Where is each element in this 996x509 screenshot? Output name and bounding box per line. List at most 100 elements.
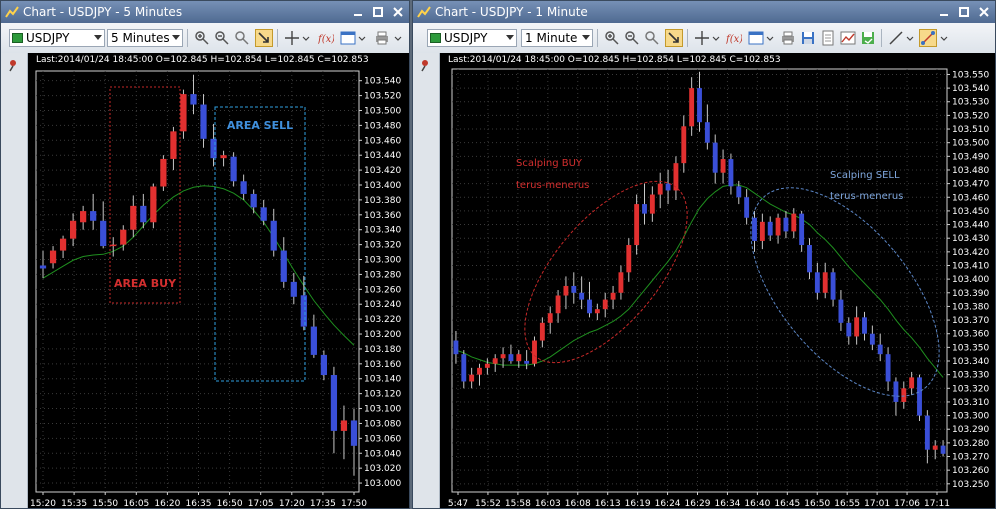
minimize-button[interactable] <box>349 4 367 20</box>
bull-candle <box>484 363 490 368</box>
zoom-out-button[interactable] <box>213 29 231 47</box>
chart-image-icon <box>840 31 856 45</box>
chart-type-menu[interactable] <box>765 29 775 47</box>
fibonacci-button[interactable] <box>919 29 937 47</box>
print-button[interactable] <box>373 29 391 47</box>
symbol-select[interactable]: USDJPY <box>9 29 105 47</box>
save-green-icon <box>862 32 874 44</box>
bull-candle <box>602 299 608 310</box>
maximize-button[interactable] <box>369 4 387 20</box>
print-button[interactable] <box>779 29 797 47</box>
pin-tool-icon[interactable] <box>6 58 20 72</box>
chart-type-button[interactable] <box>747 29 765 47</box>
candlestick-chart[interactable]: 103.550 103.540 103.530 103.520 103.510 103.5… <box>440 67 996 509</box>
zoom-in-button[interactable] <box>193 29 211 47</box>
crosshair-menu[interactable] <box>711 29 721 47</box>
bull-candle <box>547 313 553 323</box>
bull-candle <box>759 221 765 241</box>
bull-candle <box>791 213 797 232</box>
x-tick-label: 16:20 <box>154 499 180 509</box>
title-bar[interactable]: Chart - USDJPY - 5 Minutes <box>1 1 409 23</box>
y-tick-label: 103.440 <box>364 151 401 161</box>
save-button[interactable] <box>799 29 817 47</box>
save-template-button[interactable] <box>859 29 877 47</box>
bear-candle <box>100 220 107 247</box>
plot-border <box>35 70 360 493</box>
zoom-in-icon <box>195 31 209 45</box>
x-tick-label: 17:06 <box>894 499 920 509</box>
zoom-in-button[interactable] <box>603 29 621 47</box>
bull-candle <box>59 238 67 251</box>
y-tick-label: 103.460 <box>952 193 989 203</box>
bear-candle <box>736 186 742 198</box>
copy-button[interactable] <box>819 29 837 47</box>
x-tick-label: 15:52 <box>475 499 501 509</box>
zoom-reset-button[interactable] <box>643 29 661 47</box>
close-button[interactable] <box>975 4 993 20</box>
zoom-reset-button[interactable] <box>233 29 251 47</box>
print-icon <box>782 31 794 45</box>
window-title: Chart - USDJPY - 1 Minute <box>435 5 588 19</box>
candlestick-chart[interactable]: 103.540 103.520 103.500 103.480 103.460 103.4… <box>28 67 410 509</box>
moving-average-line <box>42 185 355 346</box>
maximize-button[interactable] <box>955 4 973 20</box>
bull-candle <box>555 295 561 314</box>
title-bar[interactable]: Chart - USDJPY - 1 Minute <box>413 1 995 23</box>
chart-type-menu[interactable] <box>357 29 367 47</box>
indicators-button[interactable]: f(x) <box>317 29 335 47</box>
pin-tool-icon[interactable] <box>418 58 432 72</box>
chart-area[interactable]: 103.550 103.540 103.530 103.520 103.510 103.5… <box>440 67 995 508</box>
crosshair-icon <box>285 31 299 45</box>
app-icon <box>417 6 431 18</box>
bull-candle <box>340 420 348 431</box>
y-tick-label: 103.000 <box>364 479 401 489</box>
chevron-down-icon <box>302 36 310 41</box>
close-icon <box>393 7 403 17</box>
chart-area[interactable]: 103.540 103.520 103.500 103.480 103.460 103.4… <box>28 67 409 508</box>
chart-window-5min: Chart - USDJPY - 5 Minutes USDJPY 5 Minu… <box>0 0 410 509</box>
x-tick-label: 16:35 <box>186 499 212 509</box>
chart-toolbar: USDJPY 1 Minute f(x) <box>413 23 995 54</box>
chevron-down-icon <box>394 36 402 41</box>
bull-candle <box>69 220 77 239</box>
bear-candle <box>846 322 852 337</box>
bull-candle <box>594 309 600 314</box>
bull-candle <box>477 367 482 375</box>
y-tick-label: 103.320 <box>364 241 401 251</box>
y-tick-label: 103.160 <box>364 360 401 370</box>
auto-scroll-button[interactable] <box>665 29 683 47</box>
indicators-button[interactable]: f(x) <box>725 29 743 47</box>
minimize-button[interactable] <box>935 4 953 20</box>
bear-candle <box>862 317 867 334</box>
y-tick-label: 103.500 <box>952 139 989 149</box>
export-chart-button[interactable] <box>839 29 857 47</box>
crosshair-button[interactable] <box>693 29 711 47</box>
more-menu[interactable] <box>939 29 949 47</box>
chart-type-button[interactable] <box>339 29 357 47</box>
y-tick-label: 103.520 <box>364 92 401 102</box>
close-button[interactable] <box>389 4 407 20</box>
timeframe-select[interactable]: 5 Minutes <box>107 29 183 47</box>
auto-scroll-button[interactable] <box>255 29 273 47</box>
y-tick-label: 103.260 <box>364 285 401 295</box>
crosshair-button[interactable] <box>283 29 301 47</box>
chart-window-icon <box>748 31 764 45</box>
crosshair-menu[interactable] <box>301 29 311 47</box>
bear-candle <box>270 220 277 251</box>
timeframe-select[interactable]: 1 Minute <box>521 29 593 47</box>
trendline-menu[interactable] <box>905 29 915 47</box>
chevron-down-icon <box>94 35 102 40</box>
trendline-button[interactable] <box>887 29 905 47</box>
more-menu[interactable] <box>393 29 403 47</box>
y-tick-label: 103.520 <box>952 111 989 121</box>
bear-candle <box>230 156 237 182</box>
bear-candle <box>587 299 592 314</box>
symbol-select[interactable]: USDJPY <box>427 29 517 47</box>
x-tick-label: 15:35 <box>61 499 87 509</box>
zoom-in-icon <box>605 31 619 45</box>
bull-candle <box>469 374 475 382</box>
zoom-out-button[interactable] <box>623 29 641 47</box>
y-tick-label: 103.240 <box>364 300 401 310</box>
y-tick-label: 103.420 <box>952 248 989 258</box>
bear-candle <box>210 138 217 159</box>
